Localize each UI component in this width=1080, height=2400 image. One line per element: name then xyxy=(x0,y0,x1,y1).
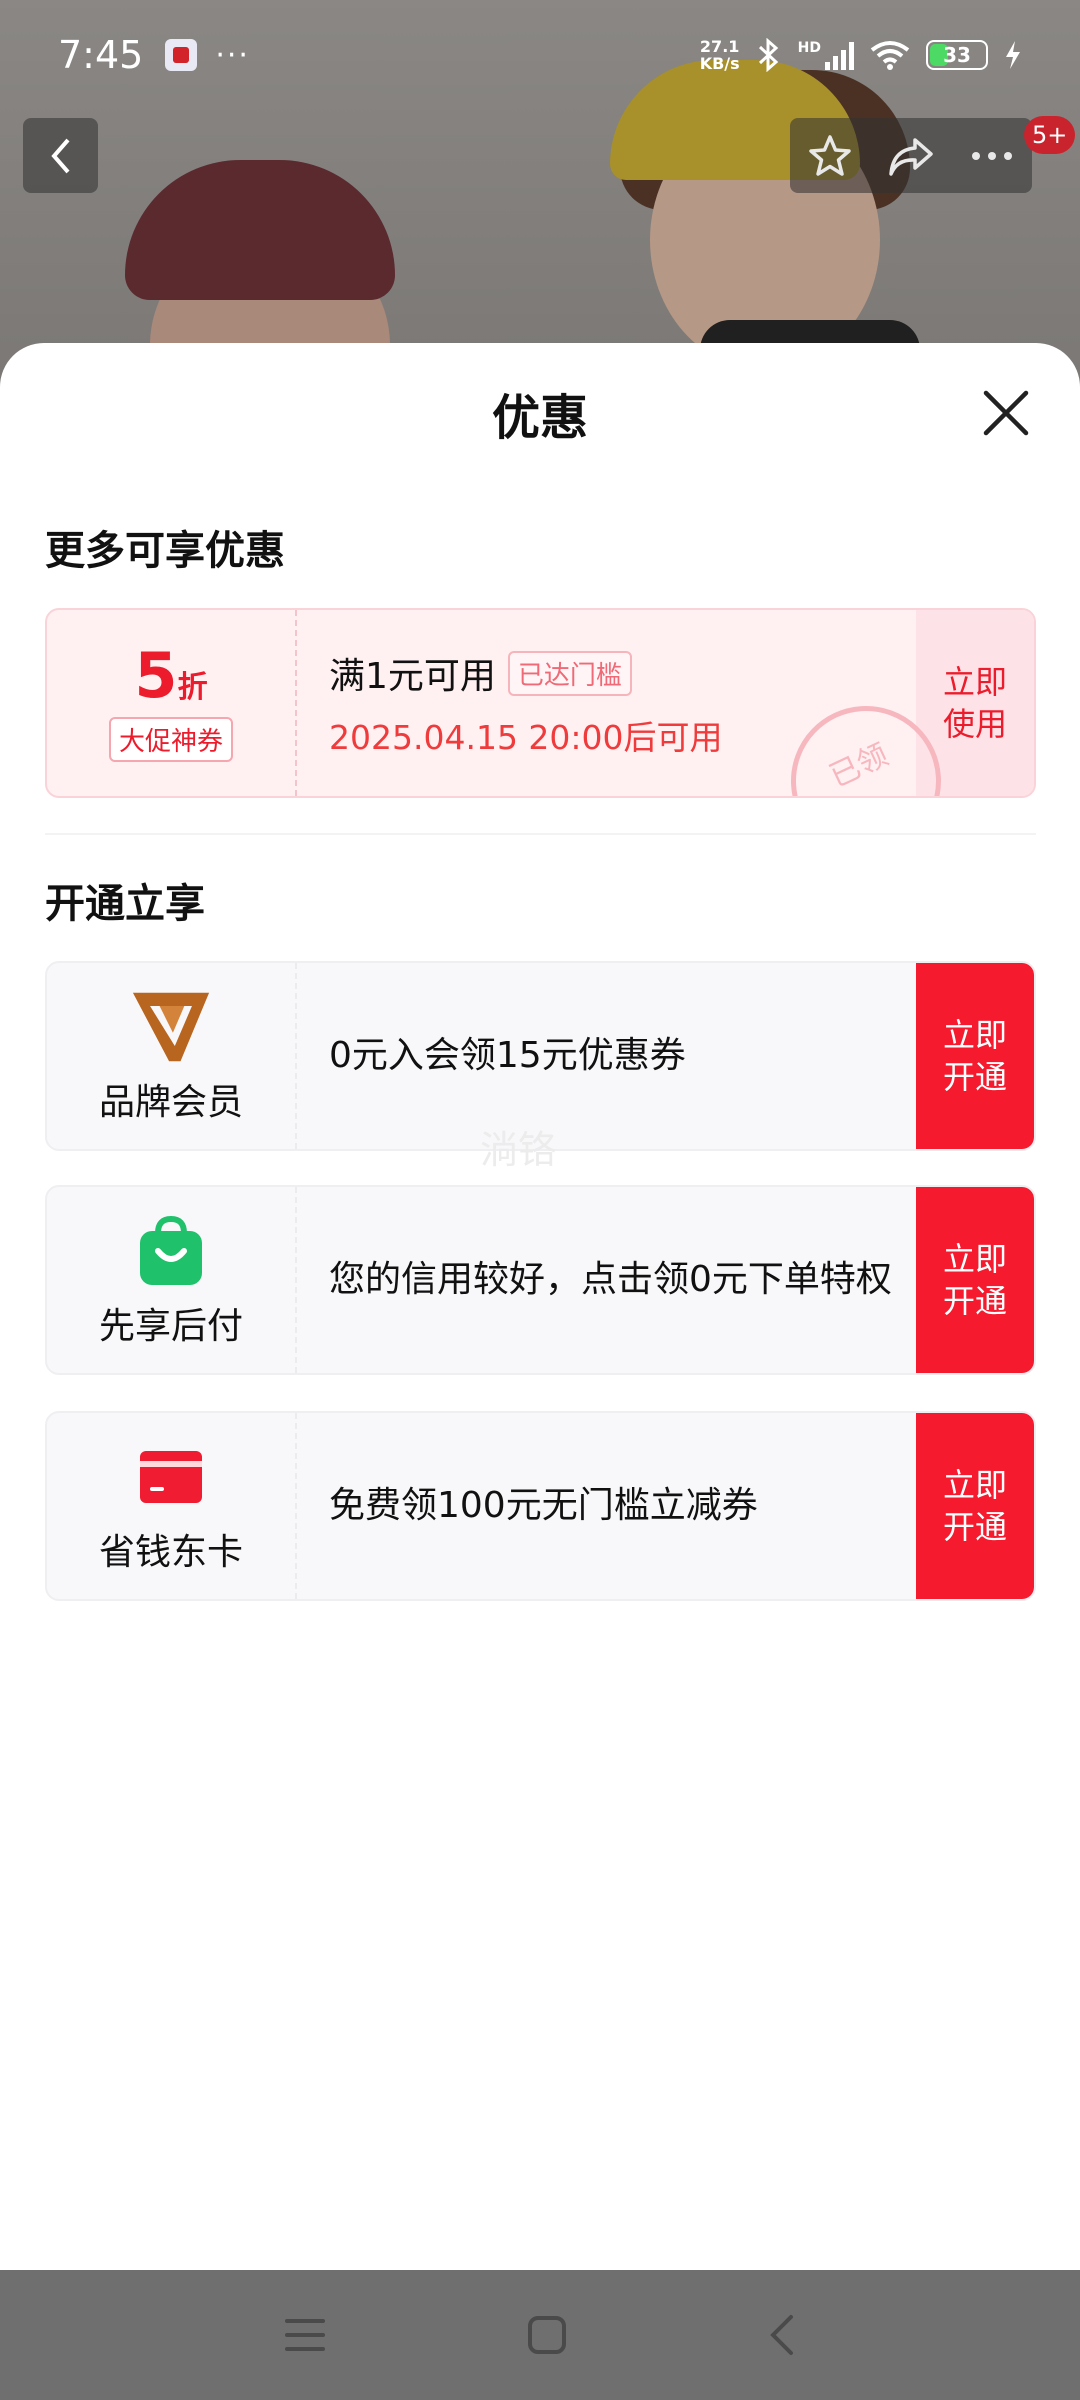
service-card-jd-saver: 省钱东卡 免费领100元无门槛立减券 立即 开通 xyxy=(45,1411,1036,1601)
star-icon xyxy=(809,134,852,176)
back-nav-icon[interactable] xyxy=(767,2313,797,2357)
share-button[interactable] xyxy=(881,126,941,186)
system-navigation-bar xyxy=(0,2270,1080,2400)
coupon-condition: 满1元可用 xyxy=(329,656,496,697)
threshold-reached-badge: 已达门槛 xyxy=(507,650,632,696)
bluetooth-icon xyxy=(758,38,778,72)
service-card-pay-later: 先享后付 您的信用较好，点击领0元下单特权 立即 开通 xyxy=(45,1185,1036,1375)
app-notification-icon xyxy=(165,39,198,71)
share-icon xyxy=(889,137,933,176)
open-now-button[interactable]: 立即 开通 xyxy=(916,963,1034,1149)
sheet-title: 优惠 xyxy=(491,390,588,446)
signal-icon xyxy=(825,40,854,70)
watermark: 淌铬 xyxy=(480,1128,557,1172)
service-name: 先享后付 xyxy=(98,1306,243,1347)
more-dots-icon xyxy=(971,151,1012,160)
service-description: 您的信用较好，点击领0元下单特权 xyxy=(329,1259,892,1300)
favorite-button[interactable] xyxy=(800,126,860,186)
close-icon[interactable] xyxy=(976,383,1036,443)
home-icon[interactable] xyxy=(527,2315,567,2355)
more-notifications-icon: ··· xyxy=(215,37,250,73)
hd-label: HD xyxy=(797,40,821,56)
model-left-cap xyxy=(125,160,395,300)
promotions-sheet: 优惠 更多可享优惠 5折 大促神券 满1元可用 已达门槛 2025.04.15 … xyxy=(0,343,1080,2270)
shopping-bag-icon xyxy=(131,1211,211,1291)
network-speed: 27.1 KB/s xyxy=(699,37,740,73)
discount-unit: 折 xyxy=(177,669,208,705)
message-count-badge: 5+ xyxy=(1024,116,1076,154)
coupon-info: 满1元可用 已达门槛 2025.04.15 20:00后可用 已领 xyxy=(297,610,966,796)
top-action-group xyxy=(790,118,1032,193)
open-now-button[interactable]: 立即 开通 xyxy=(916,1413,1034,1599)
coupon-discount: 5折 大促神券 xyxy=(47,610,297,796)
battery-icon: 33 xyxy=(926,40,988,70)
service-description: 0元入会领15元优惠券 xyxy=(329,1035,686,1076)
wifi-icon xyxy=(870,41,910,70)
coupon-card: 5折 大促神券 满1元可用 已达门槛 2025.04.15 20:00后可用 已… xyxy=(45,608,1036,798)
coupon-type-tag: 大促神券 xyxy=(108,716,233,762)
service-description: 免费领100元无门槛立减券 xyxy=(329,1485,758,1526)
back-button[interactable] xyxy=(23,118,98,193)
status-bar: 7:45 ··· 27.1 KB/s HD 33 xyxy=(0,0,1080,110)
discount-value: 5 xyxy=(134,638,178,712)
more-button[interactable] xyxy=(962,126,1022,186)
card-icon xyxy=(131,1437,211,1517)
chevron-left-icon xyxy=(50,138,70,173)
service-name: 省钱东卡 xyxy=(98,1532,243,1573)
section-title-more-offers: 更多可享优惠 xyxy=(45,528,285,574)
status-time: 7:45 xyxy=(58,33,144,77)
section-title-open-benefits: 开通立享 xyxy=(45,881,205,927)
service-name: 品牌会员 xyxy=(98,1082,243,1123)
menu-icon[interactable] xyxy=(283,2316,327,2354)
open-now-button[interactable]: 立即 开通 xyxy=(916,1187,1034,1373)
sheet-header: 优惠 xyxy=(0,343,1080,483)
brand-v-icon xyxy=(131,987,211,1067)
charging-icon xyxy=(1006,41,1020,69)
section-divider xyxy=(45,833,1036,835)
